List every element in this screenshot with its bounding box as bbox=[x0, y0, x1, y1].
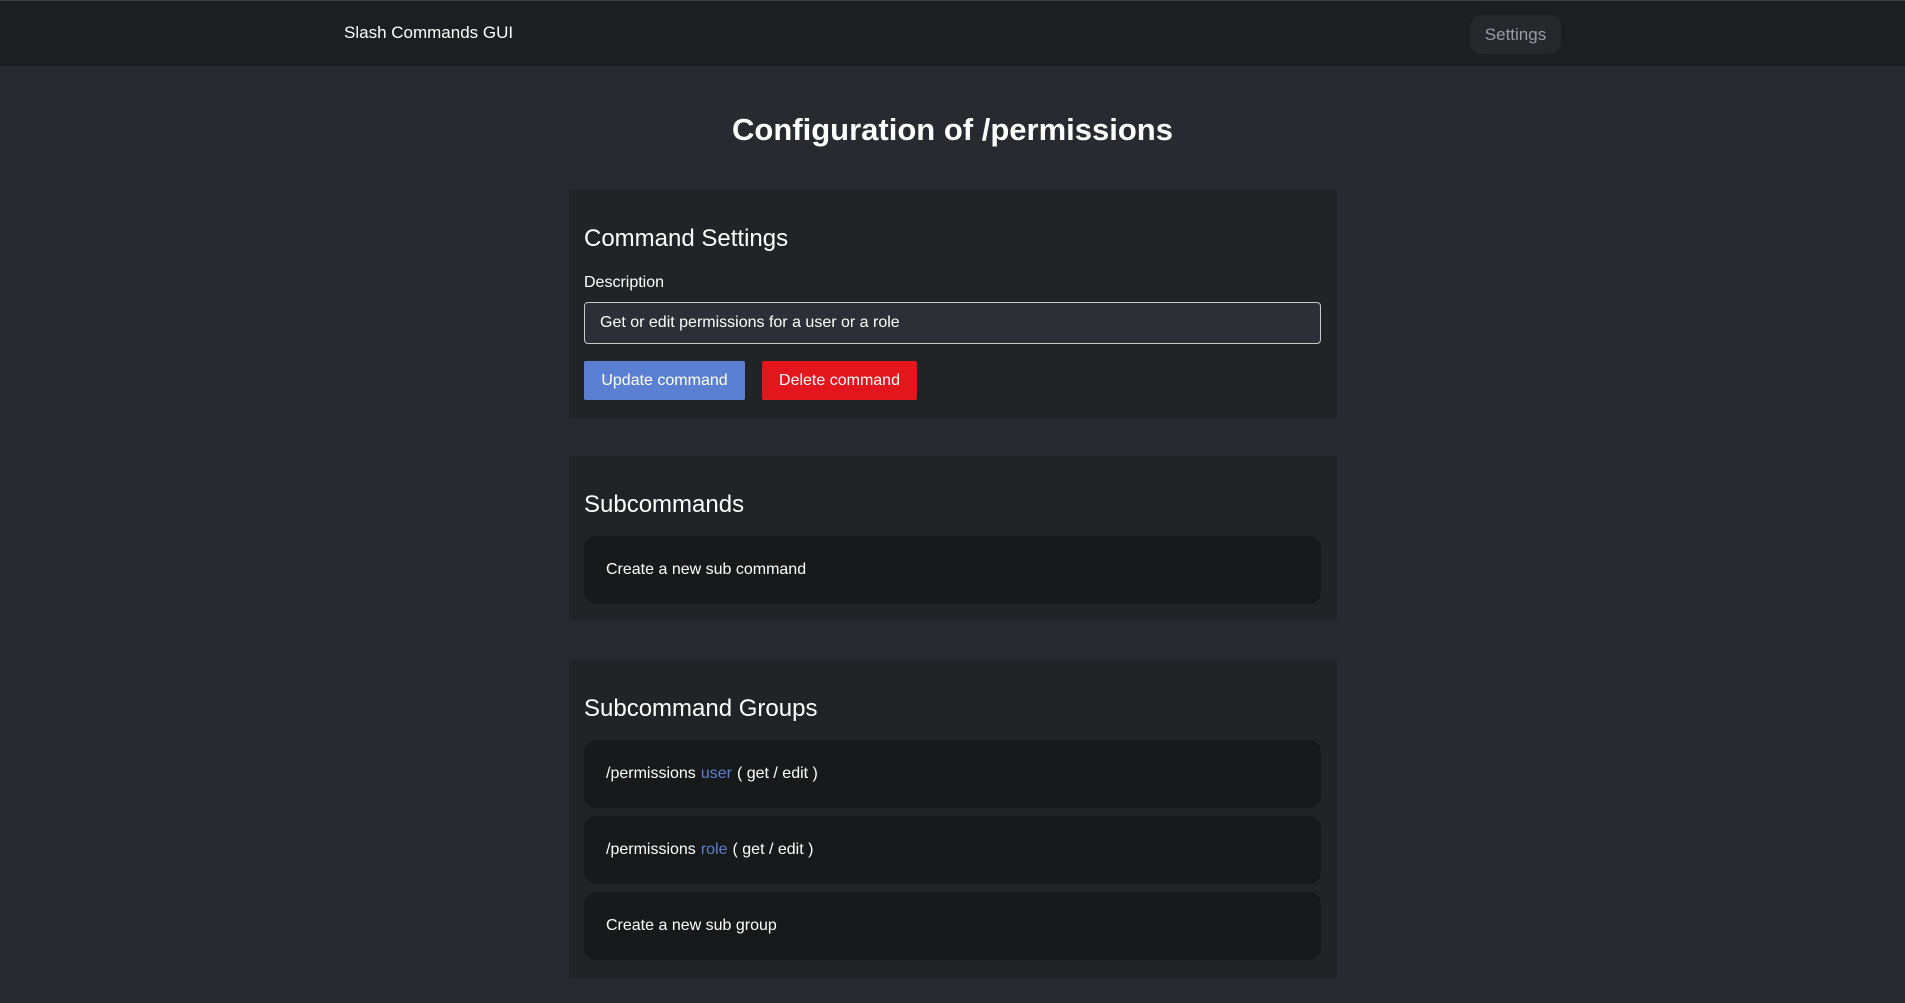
description-label: Description bbox=[584, 274, 665, 291]
settings-nav-button[interactable]: Settings bbox=[1470, 15, 1561, 54]
create-subcommand-item[interactable]: Create a new sub command bbox=[584, 536, 1321, 604]
subcommand-group-item[interactable]: /permissions role ( get / edit ) bbox=[584, 816, 1321, 884]
command-settings-title: Command Settings bbox=[584, 225, 789, 252]
update-command-button[interactable]: Update command bbox=[584, 361, 745, 400]
subcommands-title: Subcommands bbox=[584, 491, 745, 518]
subcommands-card: Subcommands Create a new sub command bbox=[569, 456, 1337, 620]
subcommand-group-item[interactable]: /permissions user ( get / edit ) bbox=[584, 740, 1321, 808]
subcommand-groups-title: Subcommand Groups bbox=[584, 695, 818, 722]
group-name: role bbox=[700, 841, 728, 858]
create-subgroup-item[interactable]: Create a new sub group bbox=[584, 892, 1321, 960]
page-title: Configuration of /permissions bbox=[732, 112, 1173, 147]
delete-command-button[interactable]: Delete command bbox=[762, 361, 917, 400]
group-command-prefix: /permissions bbox=[606, 841, 696, 858]
group-subcommands: ( get / edit ) bbox=[732, 841, 814, 858]
brand-link[interactable]: Slash Commands GUI bbox=[344, 23, 513, 43]
description-input[interactable] bbox=[584, 302, 1321, 344]
group-name: user bbox=[700, 765, 732, 782]
command-settings-card: Command Settings Description Update comm… bbox=[569, 190, 1337, 418]
group-subcommands: ( get / edit ) bbox=[736, 765, 818, 782]
group-command-prefix: /permissions bbox=[606, 765, 696, 782]
subcommand-groups-card: Subcommand Groups /permissions user ( ge… bbox=[569, 660, 1337, 978]
top-navbar: Slash Commands GUI Settings bbox=[0, 0, 1905, 66]
